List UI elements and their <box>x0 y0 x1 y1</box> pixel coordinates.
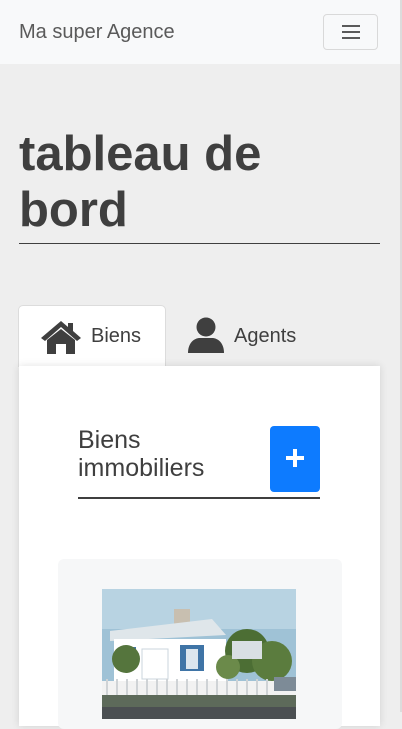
tab-biens-label: Biens <box>91 325 142 347</box>
add-property-button[interactable] <box>270 426 320 492</box>
section-divider <box>78 497 320 499</box>
tab-content-panel: Biens immobiliers <box>19 366 380 729</box>
plus-icon <box>285 448 305 471</box>
section-title: Biens immobiliers <box>78 426 205 482</box>
title-divider <box>19 243 380 244</box>
tab-agents[interactable]: Agents <box>186 305 336 367</box>
property-card[interactable] <box>58 559 342 729</box>
property-photo <box>102 589 296 719</box>
section-header: Biens immobiliers <box>78 426 320 498</box>
brand-link[interactable]: Ma super Agence <box>19 21 175 44</box>
page-title: tableau de bord <box>19 127 262 237</box>
tab-agents-label: Agents <box>234 324 297 347</box>
menu-toggle-button[interactable] <box>323 14 378 50</box>
user-icon <box>186 317 226 355</box>
home-icon <box>39 319 83 355</box>
hamburger-icon <box>341 24 360 40</box>
tab-biens[interactable]: Biens <box>18 305 166 367</box>
navbar: Ma super Agence <box>0 0 400 64</box>
